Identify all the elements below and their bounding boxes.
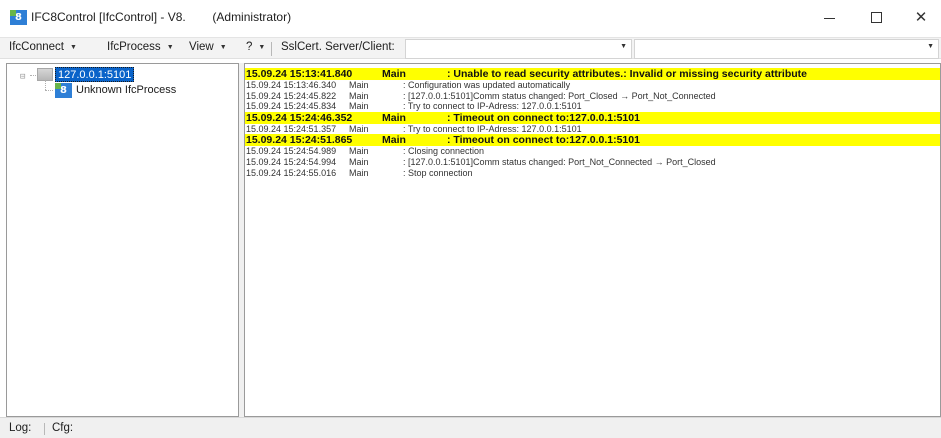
minimize-icon (823, 17, 835, 19)
log-row-warning[interactable]: 15.09.24 15:24:51.865 Main : Timeout on co… (245, 134, 940, 147)
maximize-icon (870, 11, 882, 23)
collapse-icon[interactable]: ⊟ (20, 72, 25, 82)
tab-log[interactable]: Log: (9, 422, 31, 434)
chevron-down-icon: ▼ (69, 44, 77, 51)
log-row[interactable]: 15.09.24 15:13:46.340 Main : Configuration… (245, 80, 940, 91)
log-source: Main (349, 80, 369, 90)
log-timestamp: 15.09.24 15:24:54.994 (246, 157, 337, 167)
log-message: : [127.0.0.1:5101]Comm status changed: P… (403, 90, 716, 101)
chevron-down-icon: ▼ (927, 43, 934, 50)
menu-ifcprocess-label: IfcProcess (107, 41, 161, 53)
chevron-down-icon: ▼ (258, 44, 266, 51)
log-row[interactable]: 15.09.24 15:24:45.834 Main : Try to connec… (245, 101, 940, 112)
log-source: Main (349, 123, 369, 134)
log-message: : Timeout on connect to:127.0.0.1:5101 (447, 111, 640, 124)
log-message: : Unable to read security attributes.: I… (447, 68, 807, 80)
log-row[interactable]: 15.09.24 15:24:54.989 Main : Closing conne… (245, 146, 940, 157)
menu-view[interactable]: View ▼ (189, 41, 227, 53)
log-message: : Try to connect to IP-Adress: 127.0.0.1… (403, 123, 582, 134)
connection-tree[interactable]: ⊟ 127.0.0.1:5101 8 Unknown IfcProcess (6, 63, 239, 417)
log-row[interactable]: 15.09.24 15:24:45.822 Main : [127.0.0.1:51… (245, 90, 940, 102)
tree-connector (45, 90, 53, 91)
chevron-down-icon: ▼ (620, 43, 627, 50)
close-icon: ✕ (914, 8, 928, 26)
chevron-down-icon: ▼ (166, 44, 174, 51)
maximize-button[interactable] (853, 0, 899, 34)
log-message: : Try to connect to IP-Adress: 127.0.0.1… (403, 101, 582, 112)
connection-combo[interactable]: ▼ (634, 39, 939, 59)
log-message: : Configuration was updated automaticall… (403, 80, 571, 90)
log-source: Main (382, 68, 406, 80)
tab-separator (44, 423, 45, 435)
title-bar[interactable]: 8 IFC8Control [IfcControl] - V8. (Admini… (0, 0, 941, 34)
close-button[interactable]: ✕ (898, 0, 941, 34)
menu-bar: IfcConnect ▼ IfcProcess ▼ View ▼ ? ▼ SslCert… (0, 37, 941, 59)
log-timestamp: 15.09.24 15:24:55.016 (246, 167, 337, 178)
log-row[interactable]: 15.09.24 15:24:55.016 Main : Stop connecti… (245, 167, 940, 179)
menu-ifcconnect-label: IfcConnect (9, 41, 64, 53)
menu-view-label: View (189, 41, 214, 53)
tab-cfg[interactable]: Cfg: (52, 422, 73, 434)
log-message: : Closing connection (403, 146, 485, 157)
minimize-button[interactable] (806, 0, 852, 34)
log-source: Main (349, 101, 369, 112)
log-timestamp: 15.09.24 15:13:41.840 (246, 68, 353, 80)
log-row[interactable]: 15.09.24 15:24:51.357 Main : Try to connec… (245, 123, 940, 135)
log-message: : [127.0.0.1:5101]Comm status changed: P… (403, 157, 716, 167)
ssl-cert-combo[interactable]: ▼ (405, 39, 632, 59)
log-timestamp: 15.09.24 15:24:51.865 (246, 134, 353, 147)
chevron-down-icon: ▼ (219, 44, 227, 51)
log-timestamp: 15.09.24 15:24:45.822 (246, 90, 337, 101)
log-row-warning[interactable]: 15.09.24 15:13:41.840 Main : Unable to rea… (245, 68, 940, 80)
log-source: Main (349, 167, 369, 178)
log-timestamp: 15.09.24 15:24:45.834 (246, 101, 337, 112)
log-source: Main (382, 134, 406, 147)
log-message: : Stop connection (403, 167, 473, 178)
log-timestamp: 15.09.24 15:24:54.989 (246, 146, 337, 157)
log-source: Main (349, 146, 369, 157)
log-timestamp: 15.09.24 15:24:51.357 (246, 123, 337, 134)
log-timestamp: 15.09.24 15:13:46.340 (246, 80, 337, 90)
menu-ifcconnect[interactable]: IfcConnect ▼ (9, 41, 77, 53)
app-icon[interactable]: 8 (10, 10, 27, 25)
window-title: IFC8Control [IfcControl] - V8. (Administ… (31, 10, 292, 24)
log-row-warning[interactable]: 15.09.24 15:24:46.352 Main : Timeout on co… (245, 111, 940, 124)
menu-ifcprocess[interactable]: IfcProcess ▼ (107, 41, 174, 53)
ssl-cert-label: SslCert. Server/Client: (281, 41, 395, 53)
tree-connector (45, 80, 46, 90)
status-bar: Log: Cfg: (0, 417, 941, 438)
log-source: Main (349, 90, 369, 101)
tree-item-process[interactable]: Unknown IfcProcess (76, 84, 176, 96)
log-source: Main (382, 111, 406, 124)
ifc-process-icon: 8 (55, 83, 72, 98)
log-panel[interactable]: 15.09.24 15:13:41.840 Main: Unable to rea… (244, 63, 941, 417)
menu-separator (271, 42, 272, 56)
log-row[interactable]: 15.09.24 15:24:54.994 Main : [127.0.0.1:51… (245, 157, 940, 168)
log-message: : Timeout on connect to:127.0.0.1:5101 (447, 134, 640, 147)
tree-item-host[interactable]: 127.0.0.1:5101 (55, 67, 135, 82)
log-timestamp: 15.09.24 15:24:46.352 (246, 111, 353, 124)
menu-help-label: ? (246, 41, 253, 53)
log-source: Main (349, 157, 369, 167)
menu-help[interactable]: ? ▼ (246, 41, 265, 53)
